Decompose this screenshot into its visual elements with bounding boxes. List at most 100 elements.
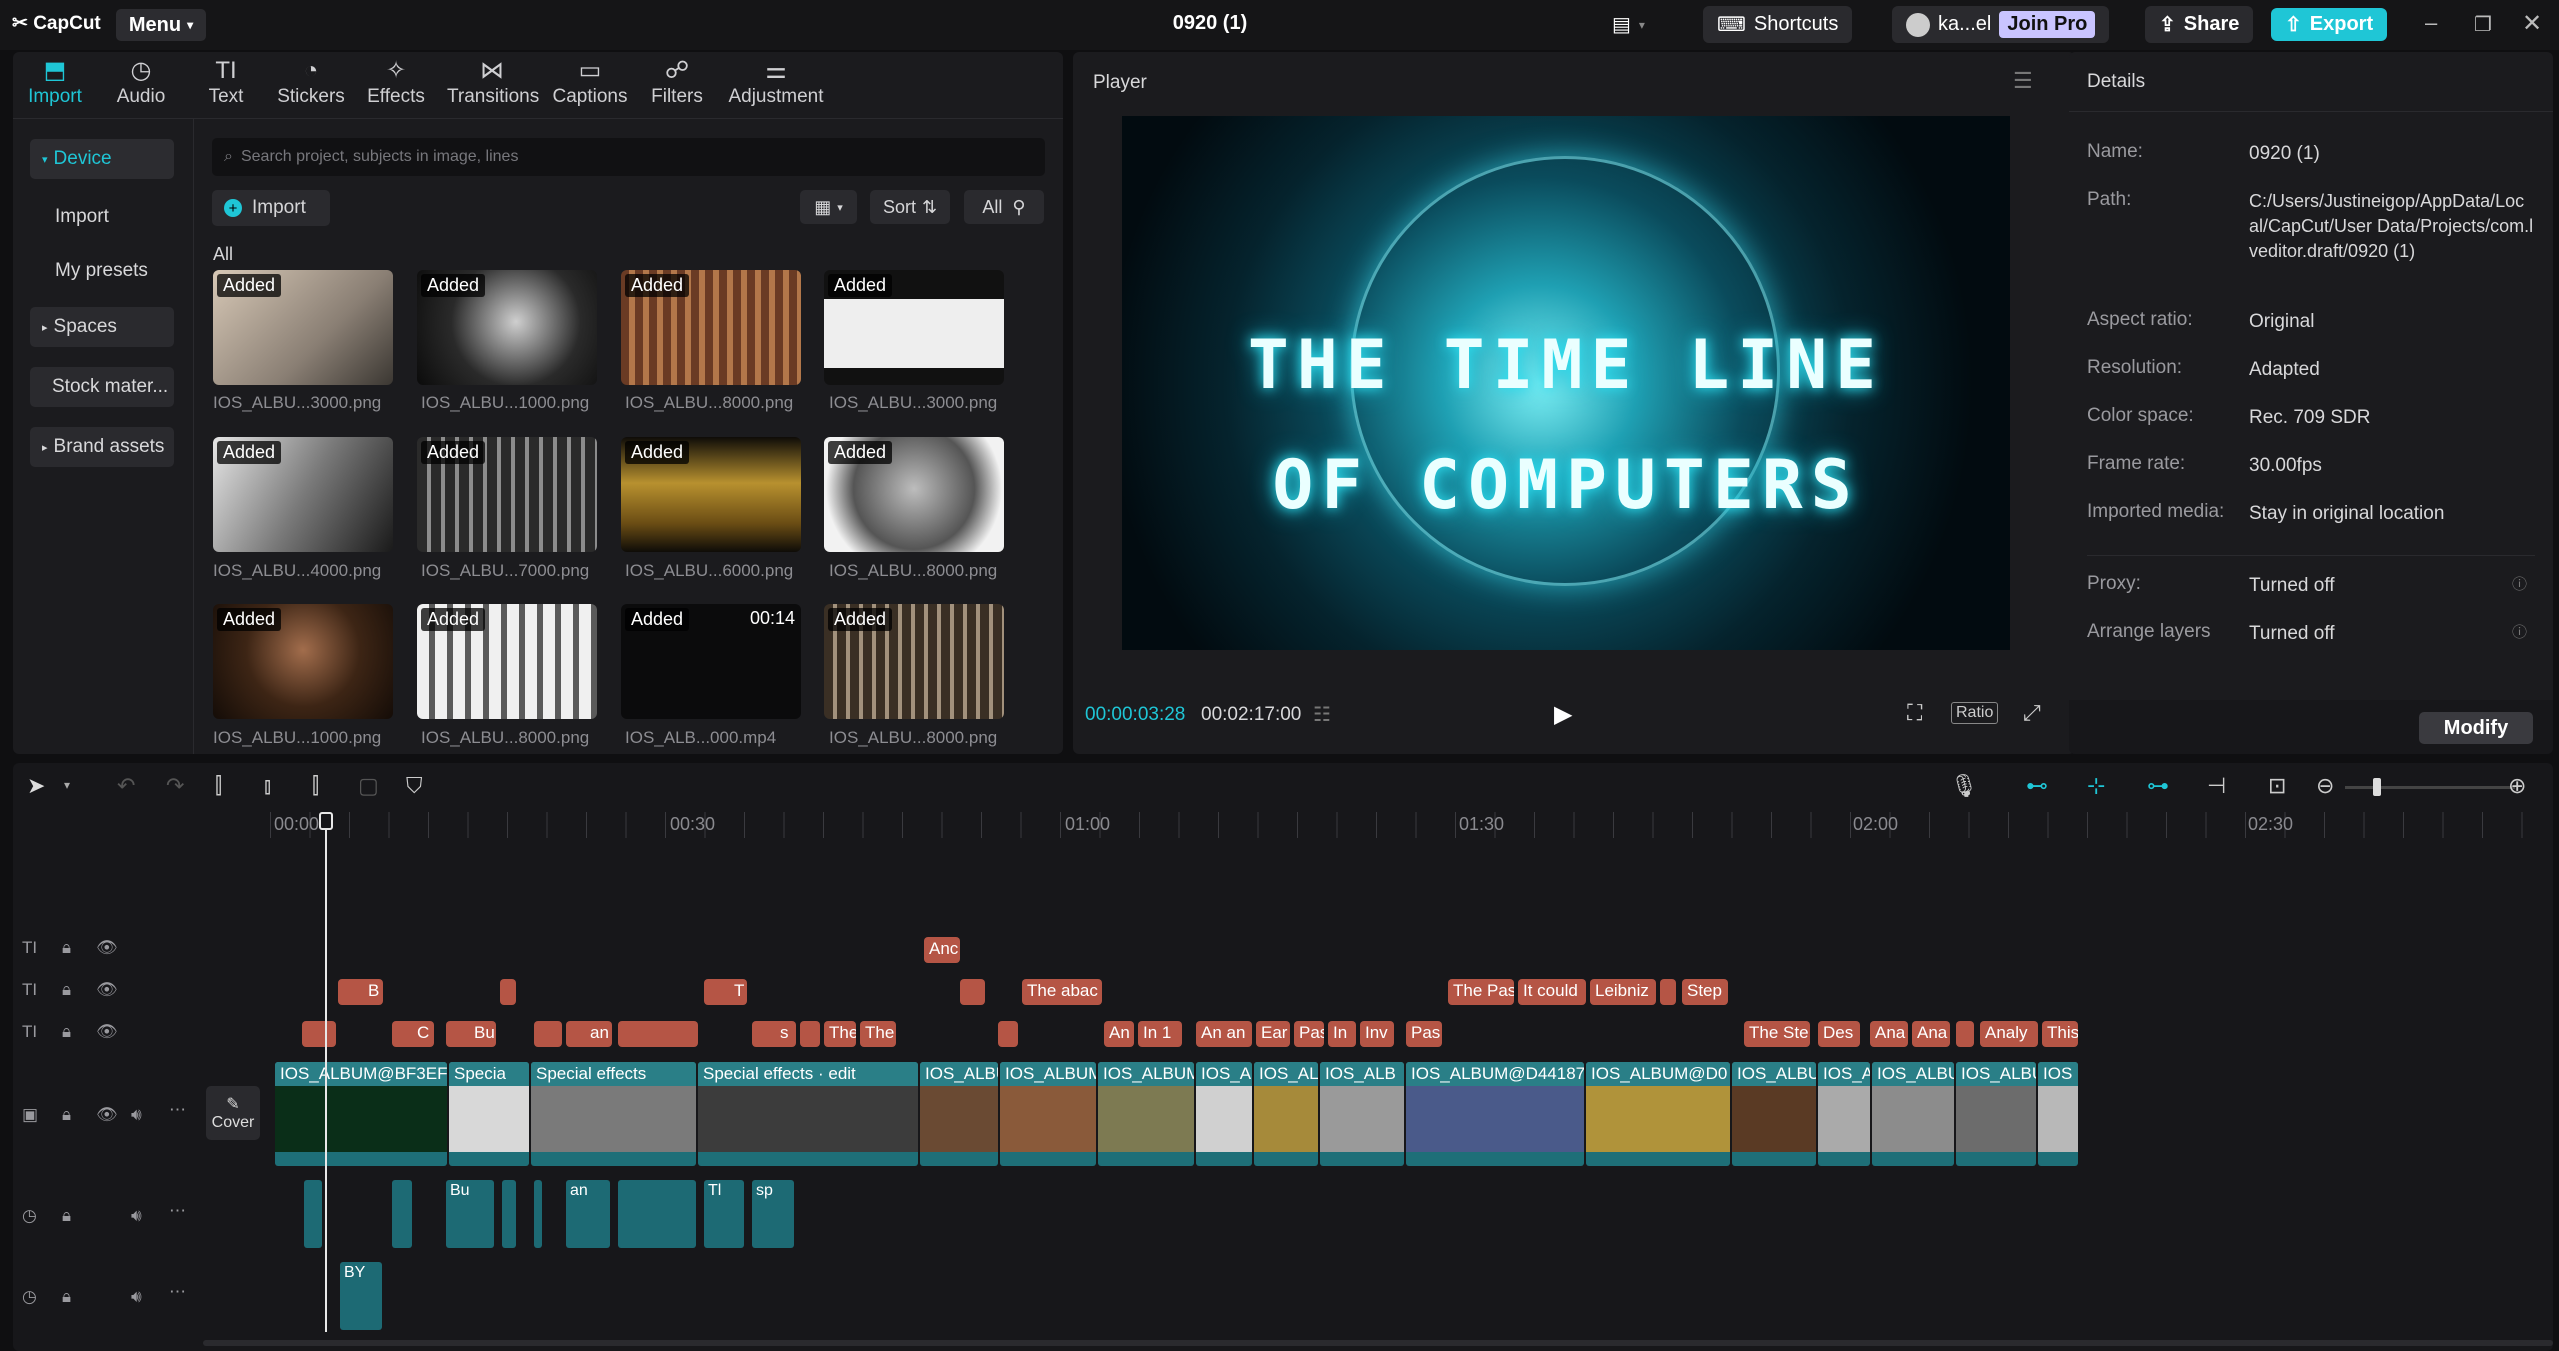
text-clip[interactable]: It could xyxy=(1518,979,1586,1005)
time-ruler[interactable] xyxy=(270,812,2559,838)
microphone-icon[interactable]: 🎙 xyxy=(1950,773,1978,799)
text-clip[interactable] xyxy=(500,979,516,1005)
menu-button[interactable]: Menu ▾ xyxy=(116,9,206,41)
text-clip[interactable]: Pas xyxy=(1294,1021,1324,1047)
tab-text[interactable]: TI Text xyxy=(181,56,271,108)
text-clip[interactable] xyxy=(534,1021,562,1047)
eye-icon[interactable]: 👁︎ xyxy=(96,1022,118,1042)
sidebar-item-spaces[interactable]: ▸ Spaces xyxy=(30,307,174,347)
thumbnail-icon[interactable]: ⊡ xyxy=(2268,773,2286,799)
text-clip[interactable]: T xyxy=(704,979,747,1005)
eye-icon[interactable]: 👁︎ xyxy=(96,1105,118,1125)
volume-icon[interactable]: 🔊︎ xyxy=(131,1105,142,1125)
text-clip[interactable] xyxy=(1956,1021,1974,1047)
text-clip[interactable]: Ana xyxy=(1912,1021,1950,1047)
video-clip[interactable]: IOS_ALBUM@BF3EF1 xyxy=(275,1062,447,1166)
sort-button[interactable]: Sort ⇅ xyxy=(870,190,950,224)
help-icon[interactable]: ⓘ xyxy=(2512,621,2527,642)
text-clip[interactable]: The Pas xyxy=(1448,979,1514,1005)
text-clip[interactable]: Des xyxy=(1818,1021,1860,1047)
lock-icon[interactable]: 🔒︎ xyxy=(62,1206,71,1226)
sidebar-item-brand-assets[interactable]: ▸ Brand assets xyxy=(30,427,174,467)
undo-icon[interactable]: ↶ xyxy=(117,773,135,799)
restore-icon[interactable]: ❐ xyxy=(2474,12,2492,37)
video-clip[interactable]: IOS_ALBU xyxy=(1732,1062,1816,1166)
tab-stickers[interactable]: ◔ Stickers xyxy=(266,56,356,108)
text-clip[interactable]: Leibniz xyxy=(1590,979,1656,1005)
layout-button[interactable]: ▤ ▾ xyxy=(1598,6,1658,43)
text-clip[interactable]: In 1 xyxy=(1138,1021,1182,1047)
shortcuts-button[interactable]: ⌨ Shortcuts xyxy=(1703,6,1853,43)
text-clip[interactable]: An an xyxy=(1196,1021,1252,1047)
video-clip[interactable]: IOS_ALBUM xyxy=(1000,1062,1096,1166)
filter-button[interactable]: All ⚲ xyxy=(964,190,1044,224)
audio-clip[interactable] xyxy=(534,1180,542,1248)
hamburger-menu-icon[interactable]: ☰ xyxy=(2013,68,2033,94)
media-item[interactable]: Added 00:14 xyxy=(621,604,801,719)
tab-effects[interactable]: ✧ Effects xyxy=(351,56,441,108)
delete-icon[interactable]: ▢ xyxy=(358,773,379,799)
text-clip[interactable]: Ana xyxy=(1870,1021,1908,1047)
lock-icon[interactable]: 🔒︎ xyxy=(62,1105,71,1125)
text-clip[interactable]: The xyxy=(824,1021,856,1047)
video-clip[interactable]: IOS_ALB xyxy=(1320,1062,1404,1166)
timeline-scrollbar[interactable] xyxy=(203,1340,2553,1346)
zoom-slider[interactable] xyxy=(2345,786,2515,789)
eye-icon[interactable]: 👁︎ xyxy=(96,980,118,1000)
minimize-icon[interactable]: – xyxy=(2425,10,2437,36)
audio-clip[interactable]: sp xyxy=(752,1180,794,1248)
text-clip[interactable] xyxy=(618,1021,698,1047)
chevron-down-icon[interactable]: ▾ xyxy=(64,778,70,792)
video-clip[interactable]: IOS xyxy=(2038,1062,2078,1166)
text-clip[interactable] xyxy=(1660,979,1676,1005)
text-clip[interactable] xyxy=(800,1021,820,1047)
text-clip[interactable] xyxy=(960,979,985,1005)
delete-right-icon[interactable]: ⫿ xyxy=(312,773,319,799)
linkage-icon[interactable]: ⊶ xyxy=(2147,773,2169,799)
text-clip[interactable]: Anc xyxy=(924,937,960,963)
view-mode-button[interactable]: ▦ ▾ xyxy=(800,190,857,224)
video-clip[interactable]: IOS_ALBU xyxy=(920,1062,998,1166)
zoom-slider-handle[interactable] xyxy=(2373,778,2381,796)
text-clip[interactable]: s xyxy=(752,1021,796,1047)
video-clip[interactable]: IOS_A xyxy=(1818,1062,1870,1166)
text-clip[interactable]: The abac xyxy=(1022,979,1102,1005)
sidebar-item-device[interactable]: ▾ Device xyxy=(30,139,174,179)
media-item[interactable]: Added xyxy=(213,604,393,719)
tab-transitions[interactable]: ⋈ Transitions xyxy=(447,56,539,108)
ratio-button[interactable]: Ratio xyxy=(1951,702,1999,724)
video-clip[interactable]: Specia xyxy=(449,1062,529,1166)
media-item[interactable]: Added xyxy=(824,437,1004,552)
share-button[interactable]: ⇪ Share xyxy=(2145,6,2254,43)
audio-clip[interactable]: an xyxy=(566,1180,610,1248)
tab-filters[interactable]: ☍ Filters xyxy=(632,56,722,108)
fullscreen-icon[interactable]: ⤢ xyxy=(2023,700,2041,726)
audio-clip[interactable] xyxy=(618,1180,696,1248)
media-item[interactable]: Added xyxy=(213,437,393,552)
sidebar-item-stock-materials[interactable]: Stock mater... xyxy=(30,367,174,407)
delete-left-icon[interactable]: ⫾ xyxy=(264,773,271,799)
audio-clip[interactable] xyxy=(502,1180,516,1248)
search-input[interactable]: ⌕ Search project, subjects in image, line… xyxy=(212,138,1045,176)
video-clip[interactable]: Special effects xyxy=(531,1062,696,1166)
playhead[interactable] xyxy=(325,812,327,1332)
media-item[interactable]: Added xyxy=(621,437,801,552)
text-clip[interactable] xyxy=(998,1021,1018,1047)
text-clip[interactable]: Inv xyxy=(1360,1021,1394,1047)
tab-import[interactable]: ⬒ Import xyxy=(10,56,100,108)
import-button[interactable]: + Import xyxy=(212,190,330,226)
auto-snap-icon[interactable]: ⊹ xyxy=(2087,773,2105,799)
video-clip[interactable]: IOS_ALI xyxy=(1254,1062,1318,1166)
audio-clip[interactable]: Tl xyxy=(704,1180,744,1248)
text-clip[interactable]: An xyxy=(1104,1021,1134,1047)
video-clip[interactable]: IOS_ALBUM@D0 xyxy=(1586,1062,1730,1166)
help-icon[interactable]: ⓘ xyxy=(2512,573,2527,594)
text-clip[interactable]: Pas xyxy=(1406,1021,1442,1047)
tab-adjustment[interactable]: ⚌ Adjustment xyxy=(726,56,826,108)
select-cursor-icon[interactable]: ➤ xyxy=(27,773,45,799)
playhead-handle[interactable] xyxy=(319,812,333,830)
media-item[interactable]: Added xyxy=(213,270,393,385)
play-icon[interactable]: ▶ xyxy=(1554,700,1572,729)
video-clip[interactable]: IOS_A xyxy=(1196,1062,1252,1166)
tab-audio[interactable]: ◷ Audio xyxy=(96,56,186,108)
